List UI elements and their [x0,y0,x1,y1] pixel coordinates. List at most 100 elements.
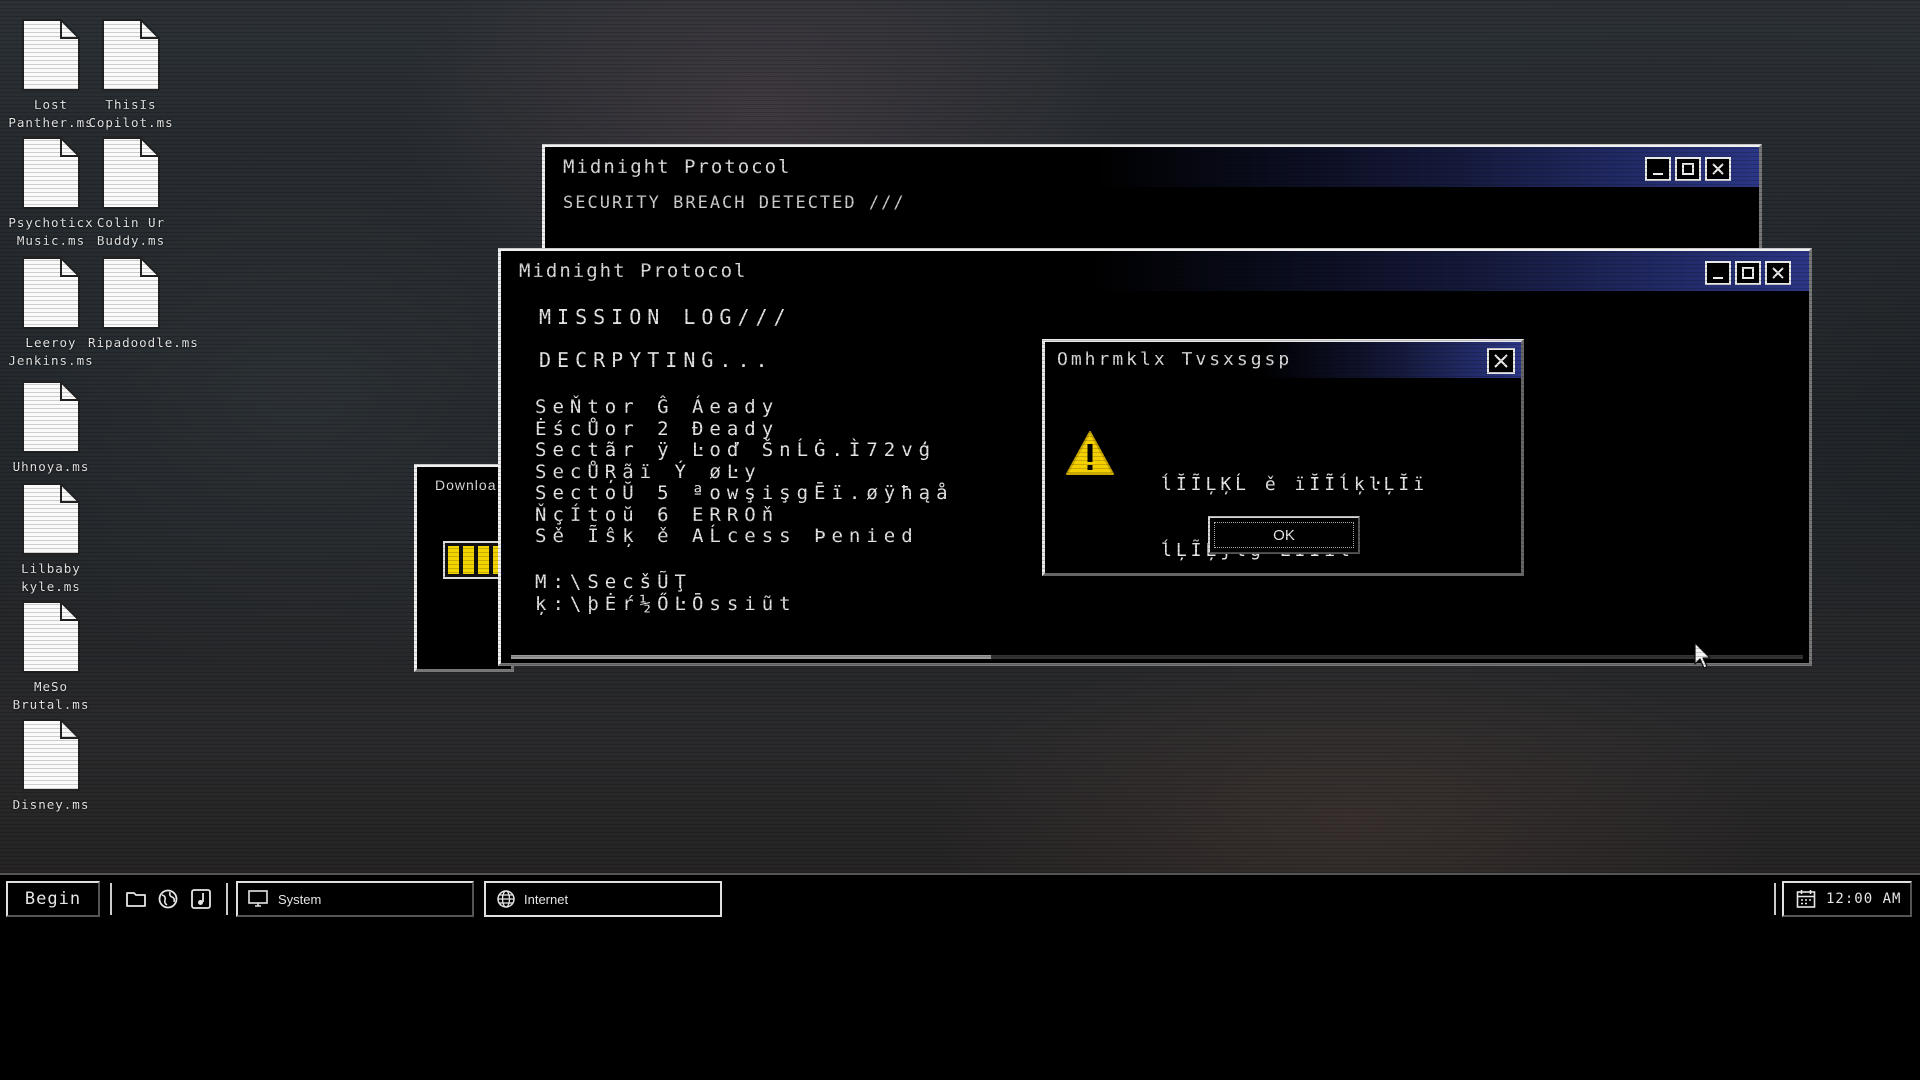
log-line: SecŮŖãï Ý øĿy [535,460,762,483]
icon-label-line1: Psychoticx [8,215,94,230]
path-log: M:\SecšŨŢ ķ:\þĖŕ½ŐĿŌssiũt [535,571,797,615]
icon-label-line1: Lilbaby [21,561,81,576]
maximize-icon [1742,267,1754,279]
dialog-title: Omhrmklx Tvsxsgsp [1057,349,1293,370]
window-titlebar[interactable]: Midnight Protocol [545,147,1759,187]
icon-label-line2: Disney.ms [12,797,90,812]
icon-label-line2: Ripadoodle.ms [88,335,199,350]
taskbar-separator [226,883,228,915]
desktop-icon-meso-brutal[interactable]: MeSo Brutal.ms [8,600,94,714]
close-button[interactable] [1765,261,1791,285]
log-line: ĖścŮor 2 Đeady [535,417,780,440]
window-scrollbar-thumb[interactable] [511,655,991,659]
sector-log: SeŇtor Ĝ Áeady ĖścŮor 2 Đeady Sectãr ÿ Ŀ… [535,396,954,548]
desktop-icon-lost-panther[interactable]: Lost Panther.ms [8,18,94,132]
desktop-icon-ripadoodle[interactable]: Ripadoodle.ms [88,256,199,352]
folder-icon[interactable] [125,888,147,910]
taskbar: Begin System Internet 12:00 AM [0,873,1920,921]
log-line: SeŇtor Ĝ Áeady [535,396,780,418]
desktop-icon-lilbaby-kyle[interactable]: Lilbaby kyle.ms [8,482,94,596]
window-controls [1705,261,1791,285]
taskbar-separator [110,883,112,915]
globe-icon [497,890,515,908]
log-line: ŇçÍtoŭ 6 ERROň [535,503,780,526]
icon-label-line2: Copilot.ms [88,115,174,130]
taskbar-separator [1774,883,1776,915]
icon-label-line2: Music.ms [16,233,86,248]
window-title: Midnight Protocol [519,260,748,282]
warning-icon [1066,431,1114,475]
icon-label-line2: Buddy.ms [96,233,166,248]
music-icon[interactable] [190,888,212,910]
clock-tray[interactable]: 12:00 AM [1782,881,1912,917]
file-icon [102,137,160,209]
minimize-button[interactable] [1645,157,1671,181]
maximize-icon [1682,163,1694,175]
icon-label-line2: Jenkins.ms [8,353,94,368]
task-system[interactable]: System [236,881,474,917]
desktop-icon-colin-ur-buddy[interactable]: Colin Ur Buddy.ms [88,136,174,250]
start-button[interactable]: Begin [6,881,100,917]
file-icon [22,601,80,673]
file-icon [102,19,160,91]
mouse-cursor-icon [1694,642,1711,669]
task-label: Internet [524,891,569,907]
dialog-titlebar[interactable]: Omhrmklx Tvsxsgsp [1045,342,1521,378]
clock-time: 12:00 AM [1826,891,1902,907]
ok-button[interactable]: OK [1208,516,1360,554]
download-window-title: Downloa [435,477,497,493]
file-icon [22,137,80,209]
desktop: Lost Panther.ms ThisIs Copilot.ms Psycho… [0,0,1920,921]
focus-ring [1214,522,1354,548]
monitor-icon [248,890,268,907]
calendar-icon [1796,890,1816,908]
close-icon [1772,267,1784,279]
close-button[interactable] [1705,157,1731,181]
progress-block [478,546,489,574]
file-icon [22,381,80,453]
window-titlebar[interactable]: Midnight Protocol [501,251,1809,291]
icon-label-line1: Lost [33,97,69,112]
window-controls [1645,157,1731,181]
file-icon [22,483,80,555]
log-line: Sectãr ÿ Ŀoď ŠnĹĠ.Ì72vģ [535,439,937,461]
icon-label-line1: ThisIs [105,97,157,112]
icon-label-line2: Brutal.ms [12,697,90,712]
task-internet[interactable]: Internet [484,881,722,917]
path-line: M:\SecšŨŢ [535,571,692,593]
maximize-button[interactable] [1675,157,1701,181]
progress-block [463,546,474,574]
window-title: Midnight Protocol [563,156,792,178]
start-button-label: Begin [24,889,82,909]
file-icon [22,19,80,91]
close-icon [1712,163,1724,175]
minimize-icon [1713,277,1723,279]
minimize-icon [1653,173,1663,175]
breach-message: SECURITY BREACH DETECTED /// [563,193,906,213]
security-breach-window[interactable]: Midnight Protocol SECURITY BREACH DETECT… [542,144,1762,254]
icon-label-line2: Panther.ms [8,115,94,130]
desktop-icon-disney[interactable]: Disney.ms [8,718,94,814]
desktop-icon-uhnoya[interactable]: Uhnoya.ms [8,380,94,476]
log-line: SectoŬ 5 ªowşişgĒï.øÿħąå [535,482,954,504]
maximize-button[interactable] [1735,261,1761,285]
desktop-icon-psychoticx-music[interactable]: Psychoticx Music.ms [8,136,94,250]
globe-icon[interactable] [157,888,179,910]
minimize-button[interactable] [1705,261,1731,285]
dialog-message-line: ĺĬĨĻĶĹ ě ïĬĨĺķŀĻĬï [1161,474,1429,495]
icon-label-line1: Colin Ur [96,215,166,230]
icon-label-line1: Leeroy [25,335,77,350]
desktop-icon-leeroy-jenkins[interactable]: Leeroy Jenkins.ms [8,256,94,370]
dialog-close-button[interactable] [1487,348,1515,374]
icon-label-line2: Uhnoya.ms [12,459,90,474]
log-line: Sě Ĩŝķ ě AĹcess Þenied [535,525,919,547]
icon-label-line1: MeSo [33,679,69,694]
desktop-icon-thisis-copilot[interactable]: ThisIs Copilot.ms [88,18,174,132]
path-line: ķ:\þĖŕ½ŐĿŌssiũt [535,593,797,615]
letterbox-bottom [0,921,1920,1080]
file-icon [22,257,80,329]
close-icon [1494,354,1508,368]
warning-dialog[interactable]: Omhrmklx Tvsxsgsp ĺĬĨĻĶĹ ě ïĬĨĺķŀĻĬï ĺĻĨ… [1042,339,1524,576]
icon-label-line2: kyle.ms [21,579,81,594]
file-icon [22,719,80,791]
